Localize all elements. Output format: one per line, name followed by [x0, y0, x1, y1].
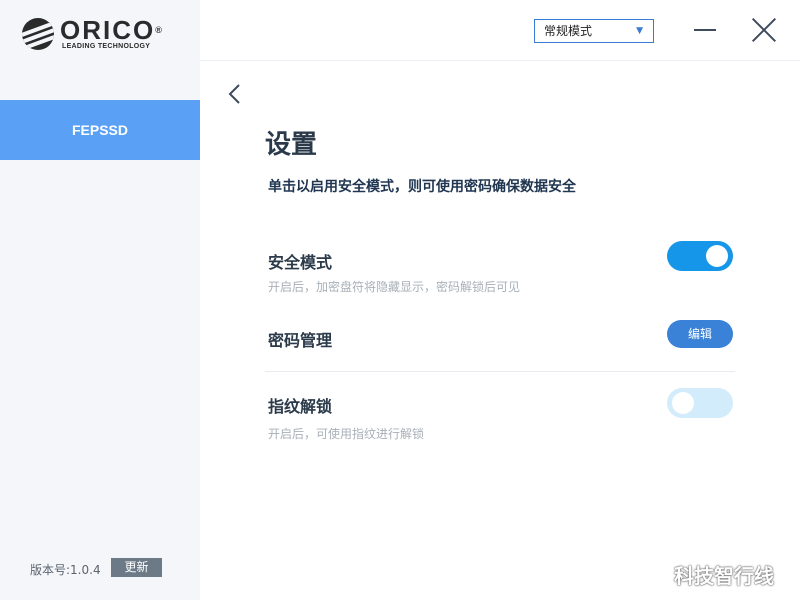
password-management-label: 密码管理 [268, 331, 333, 350]
security-mode-desc: 开启后，加密盘符将隐藏显示，密码解锁后可见 [268, 280, 521, 294]
version-text: 版本号:1.0.4 [30, 563, 101, 577]
divider [265, 371, 735, 372]
watermark: 科技智行线 [674, 564, 774, 588]
brand-logo: ORICO® LEADING TECHNOLOGY [20, 16, 180, 52]
minimize-icon [694, 29, 716, 31]
mode-select[interactable]: 常规模式 ▼ [534, 19, 654, 43]
sidebar: ORICO® LEADING TECHNOLOGY FEPSSD 版本号:1.0… [0, 0, 200, 600]
mode-select-value: 常规模式 [544, 24, 593, 38]
toggle-knob [672, 392, 694, 414]
sidebar-item-fepssd[interactable]: FEPSSD [0, 100, 200, 160]
toggle-knob [706, 245, 728, 267]
security-mode-toggle[interactable] [667, 241, 733, 271]
sidebar-item-label: FEPSSD [71, 122, 128, 138]
chevron-left-icon [228, 84, 240, 104]
close-button[interactable] [750, 16, 778, 44]
page-title: 设置 [265, 130, 318, 160]
back-button[interactable] [224, 82, 246, 106]
header-divider [200, 60, 800, 61]
security-mode-label: 安全模式 [268, 253, 333, 272]
fingerprint-unlock-label: 指纹解锁 [268, 397, 333, 416]
chevron-down-icon: ▼ [636, 26, 643, 36]
brand-tagline: LEADING TECHNOLOGY [62, 43, 151, 50]
fingerprint-unlock-desc: 开启后，可使用指纹进行解锁 [268, 427, 425, 441]
minimize-button[interactable] [694, 20, 718, 40]
update-button[interactable]: 更新 [111, 558, 162, 577]
brand-name: ORICO® [60, 15, 162, 45]
edit-password-button[interactable]: 编辑 [667, 320, 733, 348]
logo-mark-icon [22, 18, 54, 50]
fingerprint-unlock-toggle[interactable] [667, 388, 733, 418]
page-subtitle: 单击以启用安全模式，则可使用密码确保数据安全 [268, 179, 576, 195]
